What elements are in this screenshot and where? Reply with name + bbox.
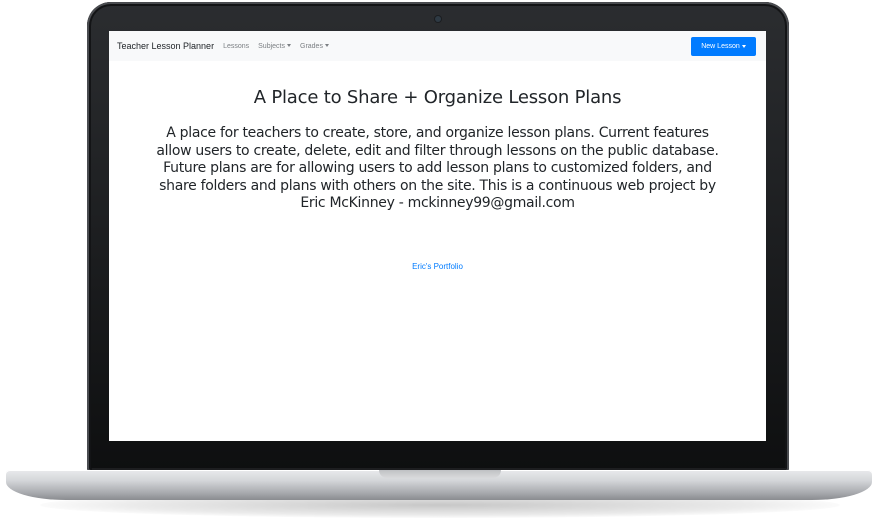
navbar: Teacher Lesson Planner Lessons Subjects … bbox=[109, 31, 766, 61]
nav-dropdown-grades[interactable]: Grades bbox=[300, 43, 329, 50]
navbar-brand[interactable]: Teacher Lesson Planner bbox=[117, 41, 214, 51]
laptop-notch bbox=[379, 470, 501, 478]
nav-link-lessons[interactable]: Lessons bbox=[223, 43, 249, 50]
new-lesson-button[interactable]: New Lesson bbox=[691, 37, 756, 56]
nav-dropdown-grades-label: Grades bbox=[300, 42, 323, 50]
portfolio-link[interactable]: Eric's Portfolio bbox=[109, 262, 766, 271]
nav-link-lessons-label: Lessons bbox=[223, 42, 250, 50]
nav-dropdown-subjects-label: Subjects bbox=[258, 42, 285, 50]
webcam-icon bbox=[435, 16, 441, 22]
page-description: A place for teachers to create, store, a… bbox=[156, 125, 719, 211]
page-title: A Place to Share + Organize Lesson Plans bbox=[253, 87, 622, 108]
caret-down-icon bbox=[287, 43, 291, 47]
nav-dropdown-subjects[interactable]: Subjects bbox=[258, 43, 291, 50]
caret-down-icon bbox=[741, 45, 746, 48]
caret-down-icon bbox=[324, 43, 329, 47]
browser-viewport: Teacher Lesson Planner Lessons Subjects … bbox=[109, 31, 766, 441]
new-lesson-label: New Lesson bbox=[701, 43, 740, 50]
